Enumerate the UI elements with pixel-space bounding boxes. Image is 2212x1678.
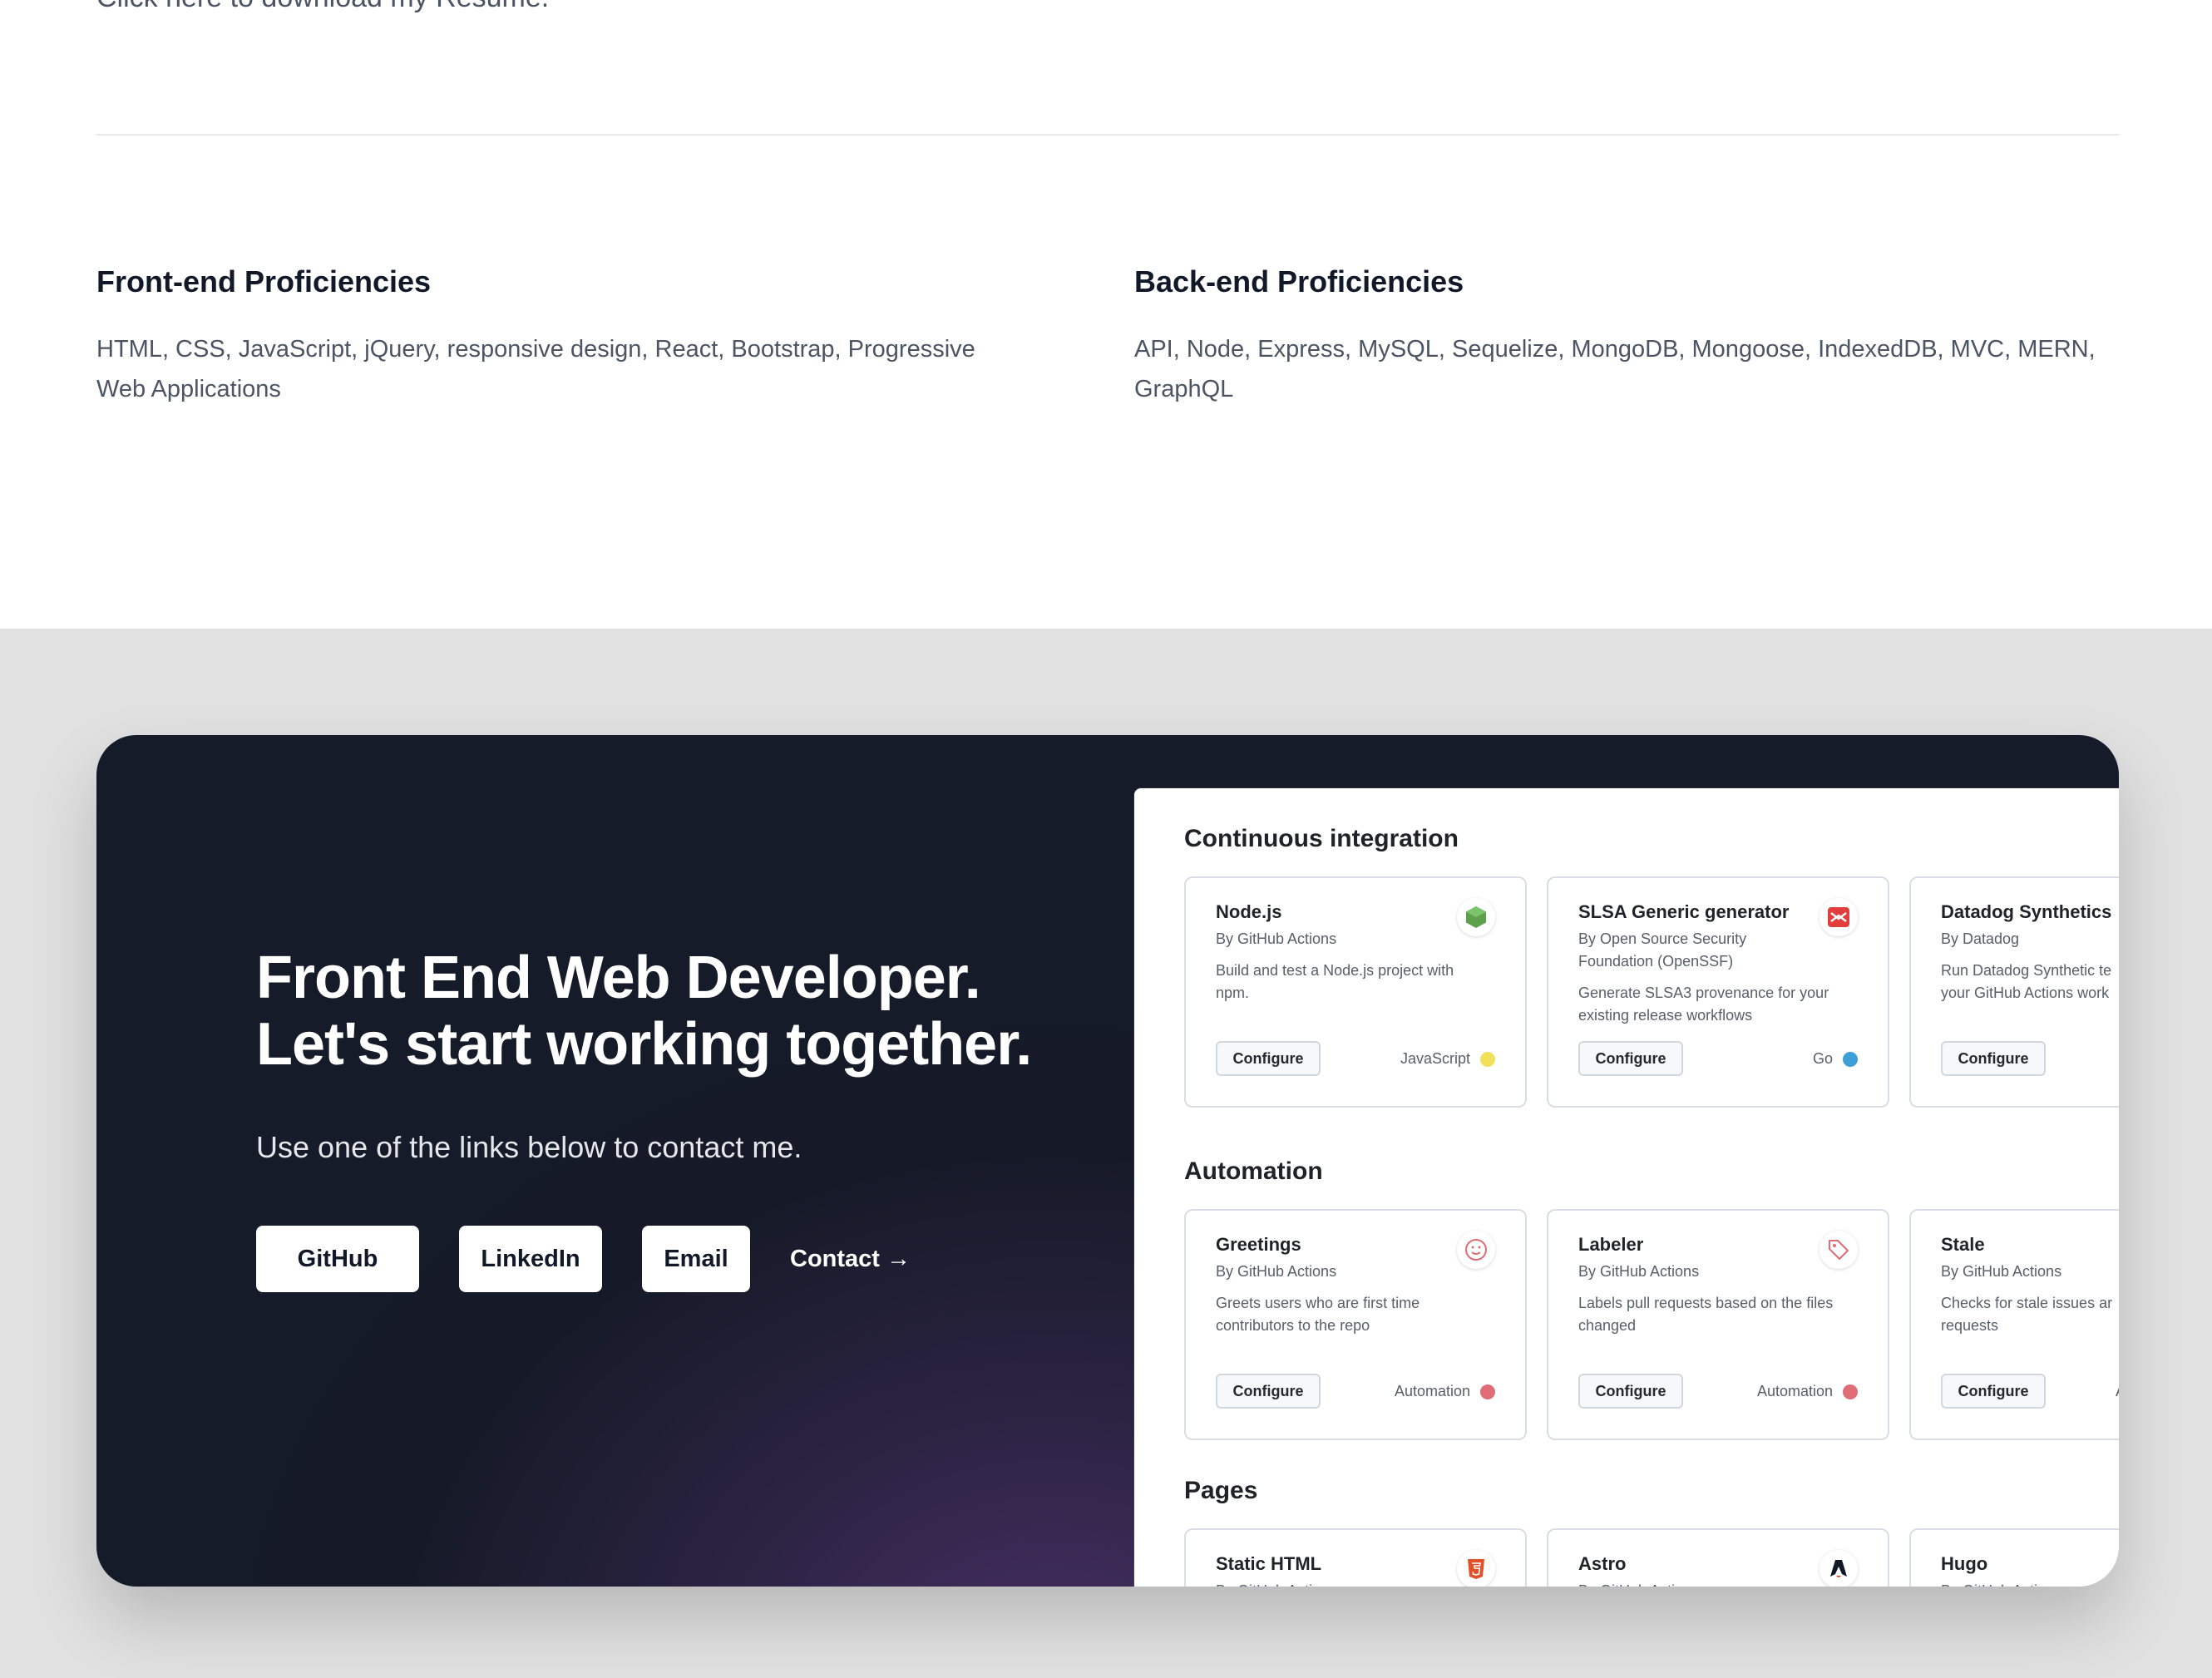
section-title-automation: Automation — [1184, 1157, 1323, 1185]
section-title-ci: Continuous integration — [1184, 825, 1459, 852]
html5-icon — [1457, 1550, 1495, 1587]
card-author: By Open Source Security Foundation (Open… — [1578, 930, 1747, 970]
card-description: Labels pull requests based on the files … — [1578, 1295, 1834, 1334]
slsa-icon — [1819, 898, 1858, 936]
card-astro: Astro By GitHub Actions — [1547, 1528, 1889, 1587]
contact-cta-panel: Front End Web Developer. Let's start wor… — [96, 735, 2119, 1587]
cta-buttons: GitHub LinkedIn Email Contact → — [256, 1226, 1088, 1292]
language-dot — [1480, 1051, 1495, 1067]
language-dot — [1843, 1051, 1858, 1067]
frontend-text: HTML, CSS, JavaScript, jQuery, responsiv… — [96, 336, 975, 402]
cta-subtitle: Use one of the links below to contact me… — [256, 1130, 802, 1164]
section-divider — [96, 134, 2119, 136]
configure-button[interactable]: Configure — [1216, 1041, 1321, 1076]
resume-download-link[interactable]: Click here to download my Resume. — [96, 0, 549, 14]
configure-button[interactable]: Configure — [1578, 1041, 1683, 1076]
card-author: By GitHub Actions — [1216, 930, 1337, 947]
configure-button[interactable]: Configure — [1941, 1041, 2046, 1076]
language-label: Go — [1813, 1050, 1858, 1068]
actions-screenshot: Continuous integration Node.js By GitHub… — [1134, 788, 2119, 1587]
backend-proficiencies: Back-end Proficiencies API, Node, Expres… — [1134, 259, 2124, 409]
card-slsa: SLSA Generic generator By Open Source Se… — [1547, 876, 1889, 1108]
language-label: Automation — [1395, 1383, 1495, 1400]
astro-icon — [1819, 1550, 1858, 1587]
card-nodejs: Node.js By GitHub Actions Build and test… — [1184, 876, 1527, 1108]
card-author: By GitHub Actions — [1216, 1263, 1337, 1280]
language-label: JavaScript — [1400, 1050, 1495, 1068]
card-greetings: Greetings By GitHub Actions Greets users… — [1184, 1209, 1527, 1440]
card-description: Checks for stale issues ar requests — [1941, 1295, 2113, 1334]
cta-title: Front End Web Developer. Let's start wor… — [256, 945, 1032, 1078]
nodejs-hex-icon — [1457, 898, 1495, 936]
card-author: By Datadog — [1941, 930, 2020, 947]
language-label: Automation — [1757, 1383, 1858, 1400]
card-author: By GitHub Actions — [1941, 1580, 2119, 1587]
card-name: Datadog Synthetics — [1941, 901, 2112, 922]
section-title-pages: Pages — [1184, 1477, 1258, 1504]
tag-icon — [1819, 1231, 1858, 1269]
language-label: A — [2116, 1383, 2119, 1400]
card-description: Run Datadog Synthetic te your GitHub Act… — [1941, 962, 2112, 1001]
card-author: By GitHub Actions — [1578, 1580, 1819, 1587]
card-name: Stale — [1941, 1234, 1985, 1255]
configure-button[interactable]: Configure — [1578, 1374, 1683, 1409]
cta-content: Front End Web Developer. Let's start wor… — [256, 945, 1088, 1292]
language-dot — [1480, 1384, 1495, 1399]
card-author: By GitHub Actions — [1578, 1263, 1700, 1280]
resume-section: Click here to download my Resume. Front-… — [0, 0, 2212, 629]
backend-text: API, Node, Express, MySQL, Sequelize, Mo… — [1134, 336, 2096, 402]
configure-button[interactable]: Configure — [1216, 1374, 1321, 1409]
language-dot — [1843, 1384, 1858, 1399]
card-hugo: Hugo By GitHub Actions — [1909, 1528, 2119, 1587]
email-button[interactable]: Email — [642, 1226, 750, 1292]
smiley-icon — [1457, 1231, 1495, 1269]
github-button[interactable]: GitHub — [256, 1226, 419, 1292]
card-name: Static HTML — [1216, 1553, 1322, 1574]
linkedin-button[interactable]: LinkedIn — [459, 1226, 602, 1292]
card-description: Generate SLSA3 provenance for your exist… — [1578, 985, 1829, 1024]
card-name: Node.js — [1216, 901, 1282, 922]
card-author: By GitHub Actions — [1941, 1263, 2062, 1280]
card-name: Hugo — [1941, 1553, 1988, 1574]
card-description: Greets users who are first time contribu… — [1216, 1295, 1420, 1334]
backend-heading: Back-end Proficiencies — [1134, 264, 1464, 299]
card-datadog: Datadog Synthetics By Datadog Run Datado… — [1909, 876, 2119, 1108]
frontend-proficiencies: Front-end Proficiencies HTML, CSS, JavaS… — [96, 259, 1028, 409]
card-name: Greetings — [1216, 1234, 1301, 1255]
configure-button[interactable]: Configure — [1941, 1374, 2046, 1409]
card-static-html: Static HTML By GitHub Actions — [1184, 1528, 1527, 1587]
card-labeler: Labeler By GitHub Actions Labels pull re… — [1547, 1209, 1889, 1440]
card-stale: Stale By GitHub Actions Checks for stale… — [1909, 1209, 2119, 1440]
frontend-heading: Front-end Proficiencies — [96, 264, 432, 299]
card-name: Astro — [1578, 1553, 1627, 1574]
card-name: SLSA Generic generator — [1578, 901, 1790, 922]
card-name: Labeler — [1578, 1234, 1644, 1255]
card-description: Build and test a Node.js project with np… — [1216, 962, 1454, 1001]
contact-link[interactable]: Contact → — [790, 1246, 911, 1273]
card-author: By GitHub Actions — [1216, 1580, 1457, 1587]
